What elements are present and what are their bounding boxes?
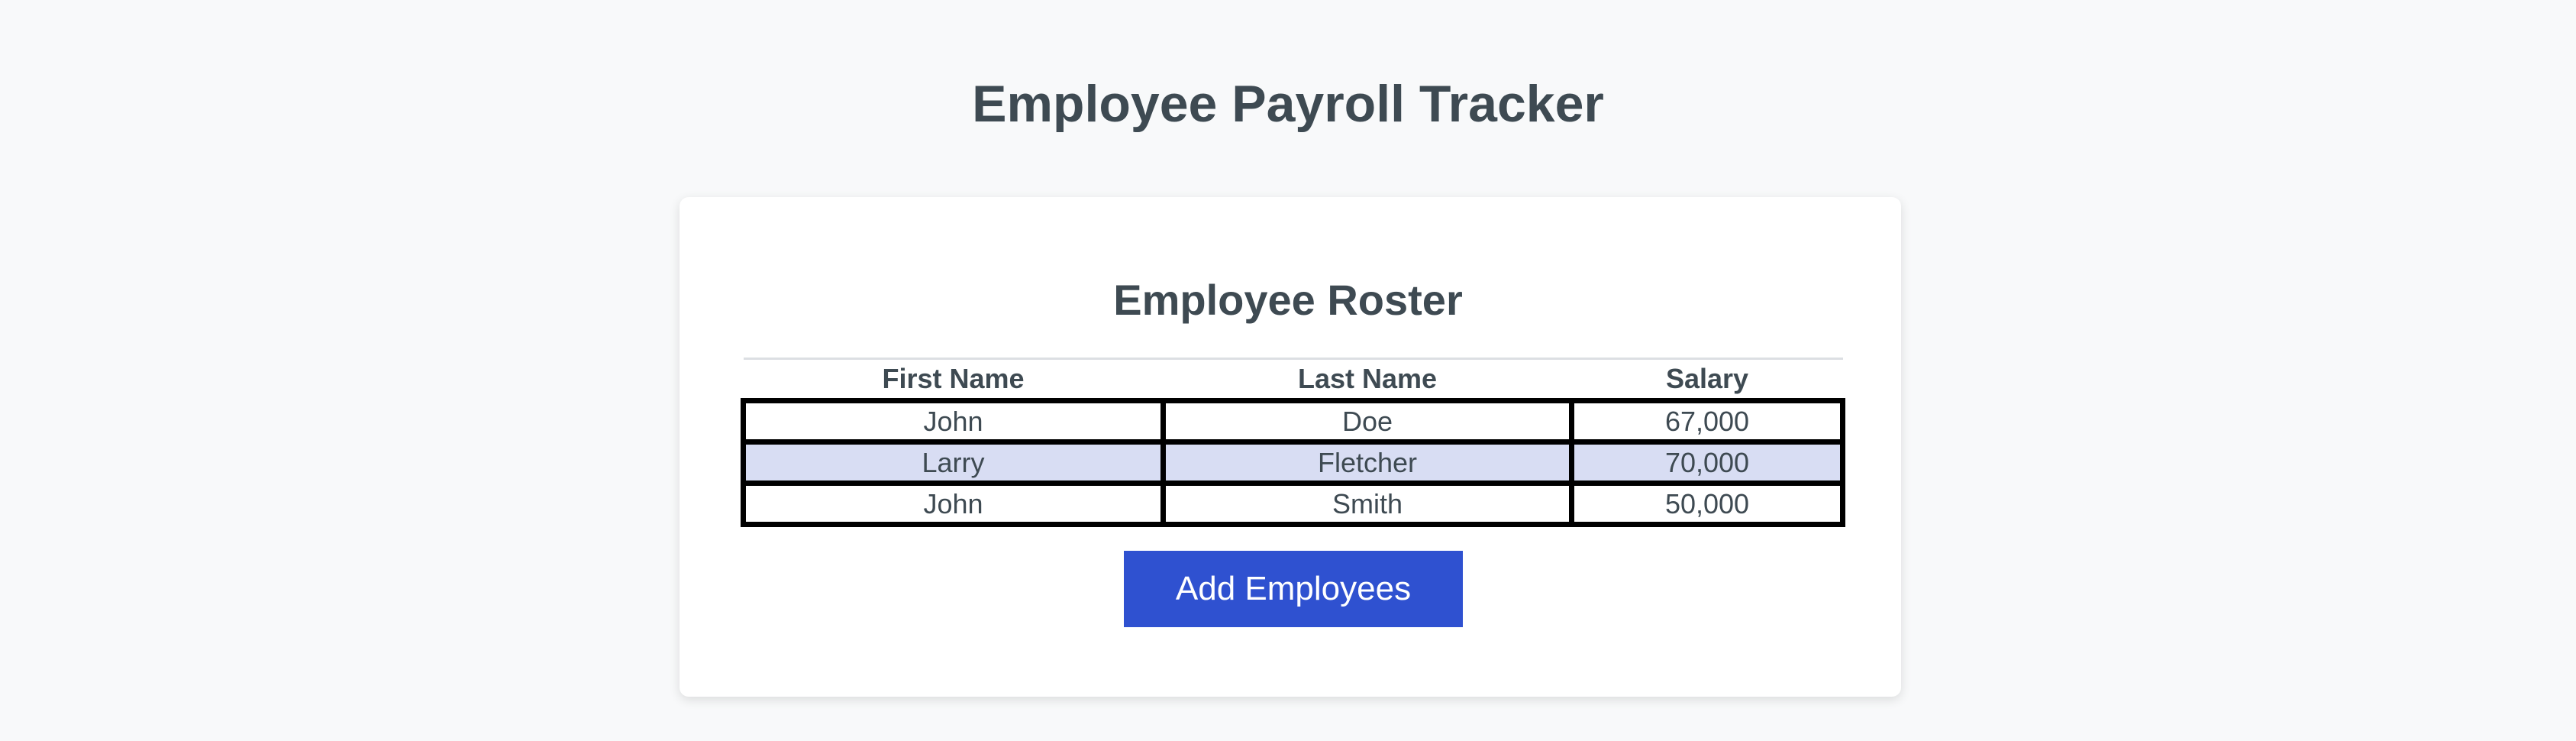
employee-table: First Name Last Name Salary John Doe 67,… — [741, 358, 1845, 527]
add-employees-button[interactable]: Add Employees — [1124, 551, 1463, 627]
column-header-last-name: Last Name — [1297, 363, 1438, 394]
cell-salary: 67,000 — [1569, 398, 1845, 445]
table-row: John Smith 50,000 — [741, 481, 1845, 527]
cell-salary: 50,000 — [1569, 481, 1845, 527]
table-row: John Doe 67,000 — [741, 398, 1845, 445]
cell-last-name: Fletcher — [1160, 439, 1574, 486]
cell-last-name: Smith — [1160, 481, 1574, 527]
cell-first-name: John — [741, 398, 1166, 445]
table-row: Larry Fletcher 70,000 — [741, 439, 1845, 486]
roster-title: Employee Roster — [1113, 276, 1463, 324]
cell-salary: 70,000 — [1569, 439, 1845, 486]
column-header-salary: Salary — [1665, 363, 1749, 394]
cell-last-name: Doe — [1160, 398, 1574, 445]
column-header-first-name: First Name — [882, 363, 1025, 394]
page-title: Employee Payroll Tracker — [972, 75, 1604, 133]
cell-first-name: John — [741, 481, 1166, 527]
roster-table-container: First Name Last Name Salary John Doe 67,… — [741, 358, 1845, 527]
table-header-row: First Name Last Name Salary — [743, 358, 1843, 401]
cell-first-name: Larry — [741, 439, 1166, 486]
